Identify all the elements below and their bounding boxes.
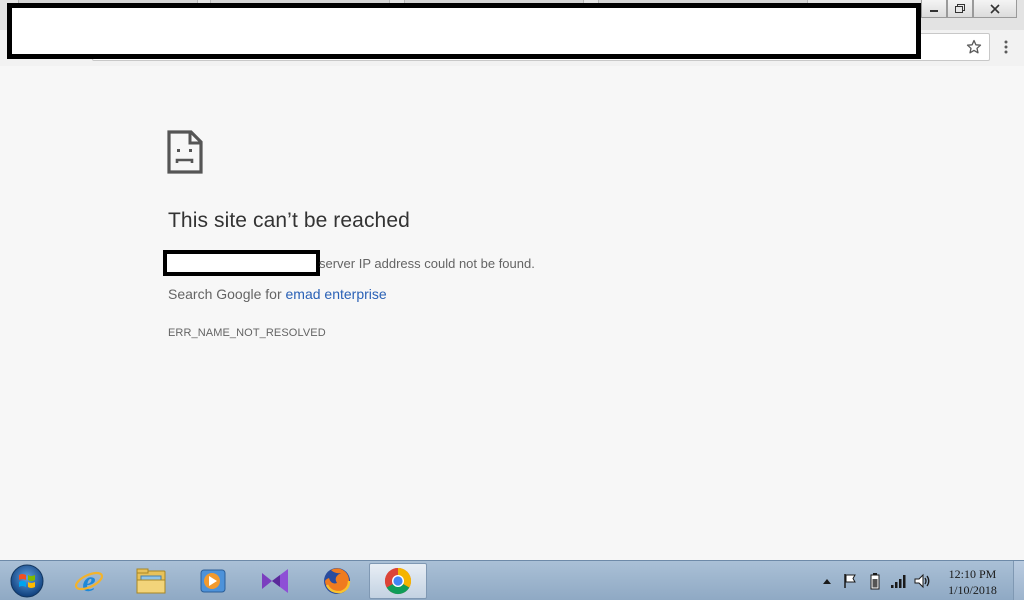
firefox-icon bbox=[324, 568, 351, 594]
sad-page-icon bbox=[167, 130, 203, 174]
browser-chrome bbox=[0, 0, 1024, 66]
internet-explorer-icon: e bbox=[74, 565, 104, 597]
svg-text:e: e bbox=[82, 565, 95, 597]
start-button[interactable] bbox=[7, 562, 47, 600]
restore-button[interactable] bbox=[947, 0, 973, 18]
battery-button[interactable] bbox=[867, 572, 883, 590]
error-code: ERR_NAME_NOT_RESOLVED bbox=[168, 327, 326, 339]
network-signal-icon bbox=[891, 575, 906, 588]
taskbar-internet-explorer[interactable]: e bbox=[60, 563, 118, 599]
search-suggestion: Search Google for emad enterprise bbox=[168, 286, 387, 302]
taskbar-visual-studio[interactable] bbox=[246, 563, 304, 599]
taskbar-file-explorer[interactable] bbox=[122, 563, 180, 599]
bookmark-star-button[interactable] bbox=[963, 37, 985, 57]
error-title: This site can’t be reached bbox=[168, 209, 410, 232]
battery-icon bbox=[870, 573, 880, 590]
system-clock[interactable]: 12:10 PM 1/10/2018 bbox=[935, 566, 1010, 598]
taskbar-chrome[interactable] bbox=[369, 563, 427, 599]
error-description: server IP address could not be found. bbox=[319, 256, 535, 271]
show-hidden-icons-arrow bbox=[823, 579, 831, 584]
close-window-button[interactable] bbox=[973, 0, 1017, 18]
volume-icon bbox=[914, 573, 930, 589]
redaction-box bbox=[163, 250, 320, 276]
minimize-button[interactable] bbox=[921, 0, 947, 18]
visual-studio-icon bbox=[262, 569, 288, 593]
search-google-link[interactable]: emad enterprise bbox=[286, 286, 387, 302]
chrome-icon bbox=[384, 567, 412, 595]
browser-menu-button[interactable] bbox=[997, 37, 1015, 57]
action-center-button[interactable] bbox=[842, 572, 858, 590]
action-center-flag-icon bbox=[844, 574, 856, 588]
taskbar-media-player[interactable] bbox=[184, 563, 242, 599]
clock-time: 12:10 PM bbox=[948, 567, 997, 581]
redaction-box bbox=[7, 3, 921, 59]
minimize-icon bbox=[930, 9, 938, 12]
network-button[interactable] bbox=[890, 572, 906, 590]
show-desktop-button[interactable] bbox=[1013, 561, 1024, 600]
taskbar: e 12:10 PM 1/10/2018 bbox=[0, 560, 1024, 600]
close-icon bbox=[990, 3, 1000, 14]
star-icon bbox=[966, 39, 982, 54]
window-controls bbox=[921, 0, 1017, 18]
taskbar-firefox[interactable] bbox=[308, 563, 366, 599]
file-explorer-icon bbox=[136, 568, 166, 594]
media-player-icon bbox=[200, 569, 226, 593]
kebab-menu-icon bbox=[1004, 40, 1008, 54]
volume-button[interactable] bbox=[914, 572, 930, 590]
windows-start-icon bbox=[10, 564, 44, 598]
restore-icon bbox=[955, 4, 965, 13]
clock-date: 1/10/2018 bbox=[948, 583, 997, 597]
show-hidden-icons-button[interactable] bbox=[819, 572, 835, 590]
search-suggestion-prefix: Search Google for bbox=[168, 286, 286, 302]
